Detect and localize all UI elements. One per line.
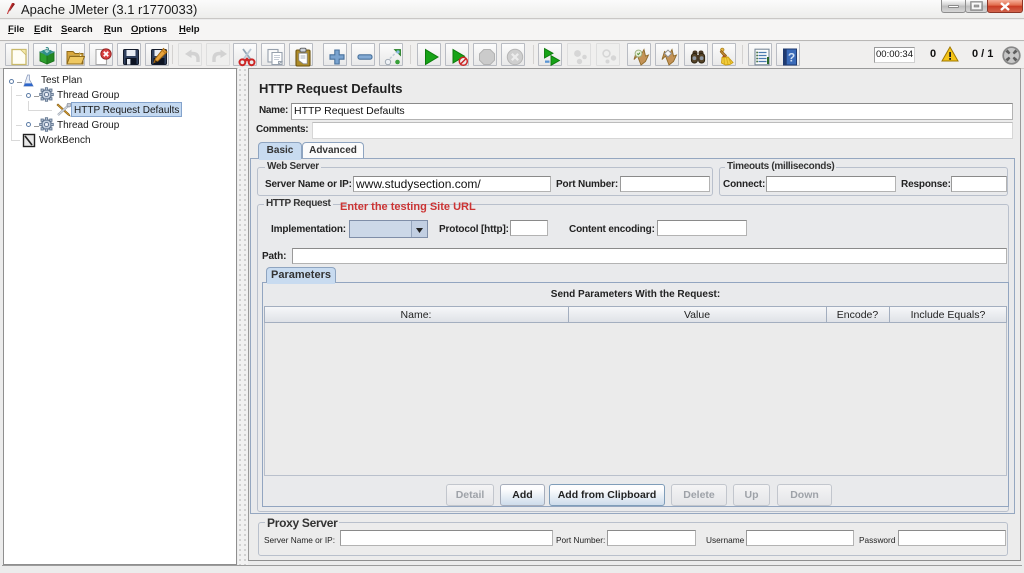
- svg-text:?: ?: [788, 51, 795, 65]
